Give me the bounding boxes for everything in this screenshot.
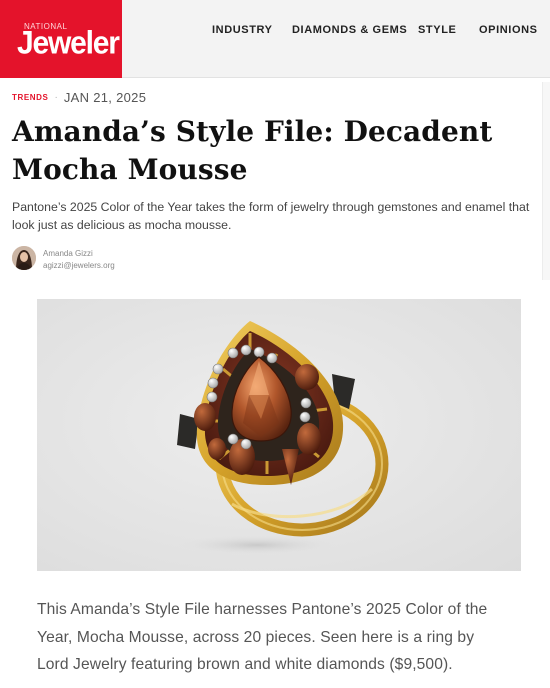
logo-jeweler-text: Jeweler (17, 25, 120, 62)
category-link[interactable]: TRENDS (12, 93, 49, 102)
article-title: Amanda’s Style File: Decadent Mocha Mous… (12, 115, 493, 186)
meta-separator: · (54, 91, 58, 103)
nav-item-style[interactable]: STYLE (418, 24, 456, 38)
site-logo[interactable]: NATIONAL Jeweler (0, 0, 122, 78)
nav-item-opinions[interactable]: OPINIONS (479, 24, 538, 38)
author-avatar[interactable] (12, 246, 36, 270)
site-header: NATIONAL Jeweler INDUSTRY DIAMONDS & GEM… (0, 0, 550, 78)
article-dek: Pantone’s 2025 Color of the Year takes t… (12, 200, 530, 232)
image-caption: This Amanda’s Style File harnesses Panto… (37, 601, 488, 673)
article-meta: TRENDS · JAN 21, 2025 (12, 89, 146, 105)
article-image (37, 299, 521, 571)
sidebar-edge (542, 82, 550, 280)
publish-date: JAN 21, 2025 (63, 89, 147, 105)
author-name[interactable]: Amanda Gizzi (43, 249, 93, 258)
author-email[interactable]: agizzi@jewelers.org (43, 261, 115, 270)
nav-item-industry[interactable]: INDUSTRY (212, 24, 273, 38)
nav-item-diamonds-gems[interactable]: DIAMONDS & GEMS (292, 24, 407, 38)
